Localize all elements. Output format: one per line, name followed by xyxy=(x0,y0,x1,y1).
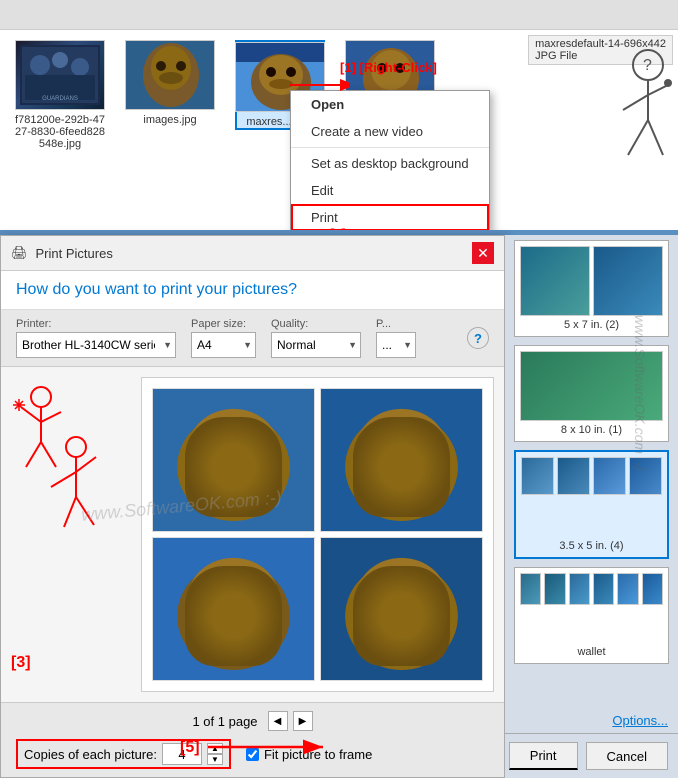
file-explorer: GUARDIANS f781200e-292b-4727-8830-6feed8… xyxy=(0,0,678,230)
thumb-option-3x5-preview xyxy=(521,457,662,537)
quality-label: Quality: xyxy=(271,318,361,330)
thumb-mini-1 xyxy=(520,246,590,316)
thumb-mini-6 xyxy=(593,457,626,495)
file-item-1[interactable]: GUARDIANS f781200e-292b-4727-8830-6feed8… xyxy=(15,40,105,150)
file-area: GUARDIANS f781200e-292b-4727-8830-6feed8… xyxy=(0,30,678,230)
extra-label: P... xyxy=(376,318,416,330)
thumb-option-8x10-preview xyxy=(520,351,663,421)
print-preview xyxy=(141,377,494,692)
right-panel-footer: Options... xyxy=(505,708,678,733)
preview-image-3 xyxy=(152,537,315,681)
thumb-option-wallet[interactable]: wallet xyxy=(514,567,669,664)
context-menu-print[interactable]: Print xyxy=(291,204,489,230)
dialog-titlebar: 🖨 Print Pictures ✕ xyxy=(1,236,504,271)
stick-figures-left xyxy=(1,367,131,617)
thumb-mini-3 xyxy=(520,351,663,421)
context-menu-edit[interactable]: Edit xyxy=(291,177,489,204)
right-panel: www.SoftwareOK.com :-) 5 x 7 in. (2) 8 x… xyxy=(505,235,678,778)
paper-size-label: Paper size: xyxy=(191,318,256,330)
page-navigation: 1 of 1 page ◀ ▶ xyxy=(16,711,489,731)
quality-select[interactable]: Normal xyxy=(271,332,361,358)
left-annotation: [3] xyxy=(1,367,131,702)
annotation-right-click: [1] [Right-Click] xyxy=(340,60,437,75)
paper-size-select[interactable]: A4 xyxy=(191,332,256,358)
context-menu-desktop[interactable]: Set as desktop background xyxy=(291,150,489,177)
file-thumbnail-2 xyxy=(125,40,215,110)
file-item-2[interactable]: images.jpg xyxy=(125,40,215,126)
thumb-mini-11 xyxy=(593,573,614,605)
svg-text:?: ? xyxy=(643,57,652,74)
paper-size-select-wrapper: A4 xyxy=(191,332,256,358)
thumb-mini-9 xyxy=(544,573,565,605)
svg-text:GUARDIANS: GUARDIANS xyxy=(42,96,78,102)
thumb-option-3x5-label: 3.5 x 5 in. (4) xyxy=(521,540,662,552)
thumb-mini-5 xyxy=(557,457,590,495)
thumb-mini-12 xyxy=(617,573,638,605)
printer-label: Printer: xyxy=(16,318,176,330)
printer-group: Printer: Brother HL-3140CW series Printe… xyxy=(16,318,176,358)
next-page-button[interactable]: ▶ xyxy=(293,711,313,731)
copies-label: Copies of each picture: xyxy=(24,747,157,762)
quality-select-wrapper: Normal xyxy=(271,332,361,358)
dialog-close-button[interactable]: ✕ xyxy=(472,242,494,264)
printer-select[interactable]: Brother HL-3140CW series Printer xyxy=(16,332,176,358)
thumb-option-5x7[interactable]: 5 x 7 in. (2) xyxy=(514,240,669,337)
thumb-option-8x10-label: 8 x 10 in. (1) xyxy=(520,424,663,436)
printer-select-wrapper: Brother HL-3140CW series Printer xyxy=(16,332,176,358)
file-label-2: images.jpg xyxy=(143,114,196,126)
context-menu-new-video[interactable]: Create a new video xyxy=(291,118,489,145)
thumb-option-5x7-preview xyxy=(520,246,663,316)
extra-select[interactable]: ... xyxy=(376,332,416,358)
print-dialog: www.SoftwareOK.com :-) 🖨 Print Pictures … xyxy=(0,235,505,778)
dialog-buttons: Print Cancel xyxy=(505,733,678,778)
arrow-5-svg xyxy=(208,735,328,760)
movie-thumbnail-svg: GUARDIANS xyxy=(20,45,100,105)
thumb-option-5x7-label: 5 x 7 in. (2) xyxy=(520,319,663,331)
arrow-to-menu xyxy=(290,70,350,103)
page-nav: ◀ ▶ xyxy=(268,711,313,731)
context-menu: Open Create a new video Set as desktop b… xyxy=(290,90,490,230)
dialog-title: 🖨 Print Pictures xyxy=(11,245,113,261)
thumb-mini-4 xyxy=(521,457,554,495)
dialog-question: How do you want to print your pictures? xyxy=(16,281,489,299)
thumb-option-wallet-label: wallet xyxy=(520,646,663,658)
cancel-button[interactable]: Cancel xyxy=(586,742,668,770)
quality-group: Quality: Normal xyxy=(271,318,361,358)
print-icon: 🖨 xyxy=(11,245,28,261)
thumb-mini-8 xyxy=(520,573,541,605)
help-button[interactable]: ? xyxy=(467,327,489,349)
annotation-label-5: [5] xyxy=(180,735,328,760)
stick-figure-right: ? xyxy=(593,45,673,178)
preview-image-1 xyxy=(152,388,315,532)
print-button[interactable]: Print xyxy=(509,742,578,770)
thumb-mini-2 xyxy=(593,246,663,316)
annotation-label-3: [3] xyxy=(11,654,31,672)
options-link[interactable]: Options... xyxy=(612,713,668,728)
extra-setting-group: P... ... xyxy=(376,318,416,358)
paper-size-group: Paper size: A4 xyxy=(191,318,256,358)
printer-settings: Printer: Brother HL-3140CW series Printe… xyxy=(1,310,504,367)
preview-image-4 xyxy=(320,537,483,681)
dialog-content: [3] xyxy=(1,367,504,702)
explorer-toolbar xyxy=(0,0,678,30)
thumb-option-8x10[interactable]: 8 x 10 in. (1) xyxy=(514,345,669,442)
prev-page-button[interactable]: ◀ xyxy=(268,711,288,731)
thumb-mini-7 xyxy=(629,457,662,495)
thumb-option-3x5[interactable]: [4] 3.5 x 5 in. (4) xyxy=(514,450,669,559)
file-label-1: f781200e-292b-4727-8830-6feed828548e.jpg xyxy=(15,114,105,150)
annotation-print: [2] xyxy=(330,226,346,230)
thumb-mini-13 xyxy=(642,573,663,605)
images-thumbnail-svg xyxy=(126,40,214,110)
dialog-header: How do you want to print your pictures? xyxy=(1,271,504,310)
thumb-option-wallet-preview xyxy=(520,573,663,643)
page-info: 1 of 1 page xyxy=(192,714,257,729)
thumb-mini-10 xyxy=(569,573,590,605)
context-menu-separator xyxy=(291,147,489,148)
file-thumbnail-1: GUARDIANS xyxy=(15,40,105,110)
right-panel-scroll[interactable]: 5 x 7 in. (2) 8 x 10 in. (1) [4] xyxy=(505,235,678,708)
preview-image-2 xyxy=(320,388,483,532)
